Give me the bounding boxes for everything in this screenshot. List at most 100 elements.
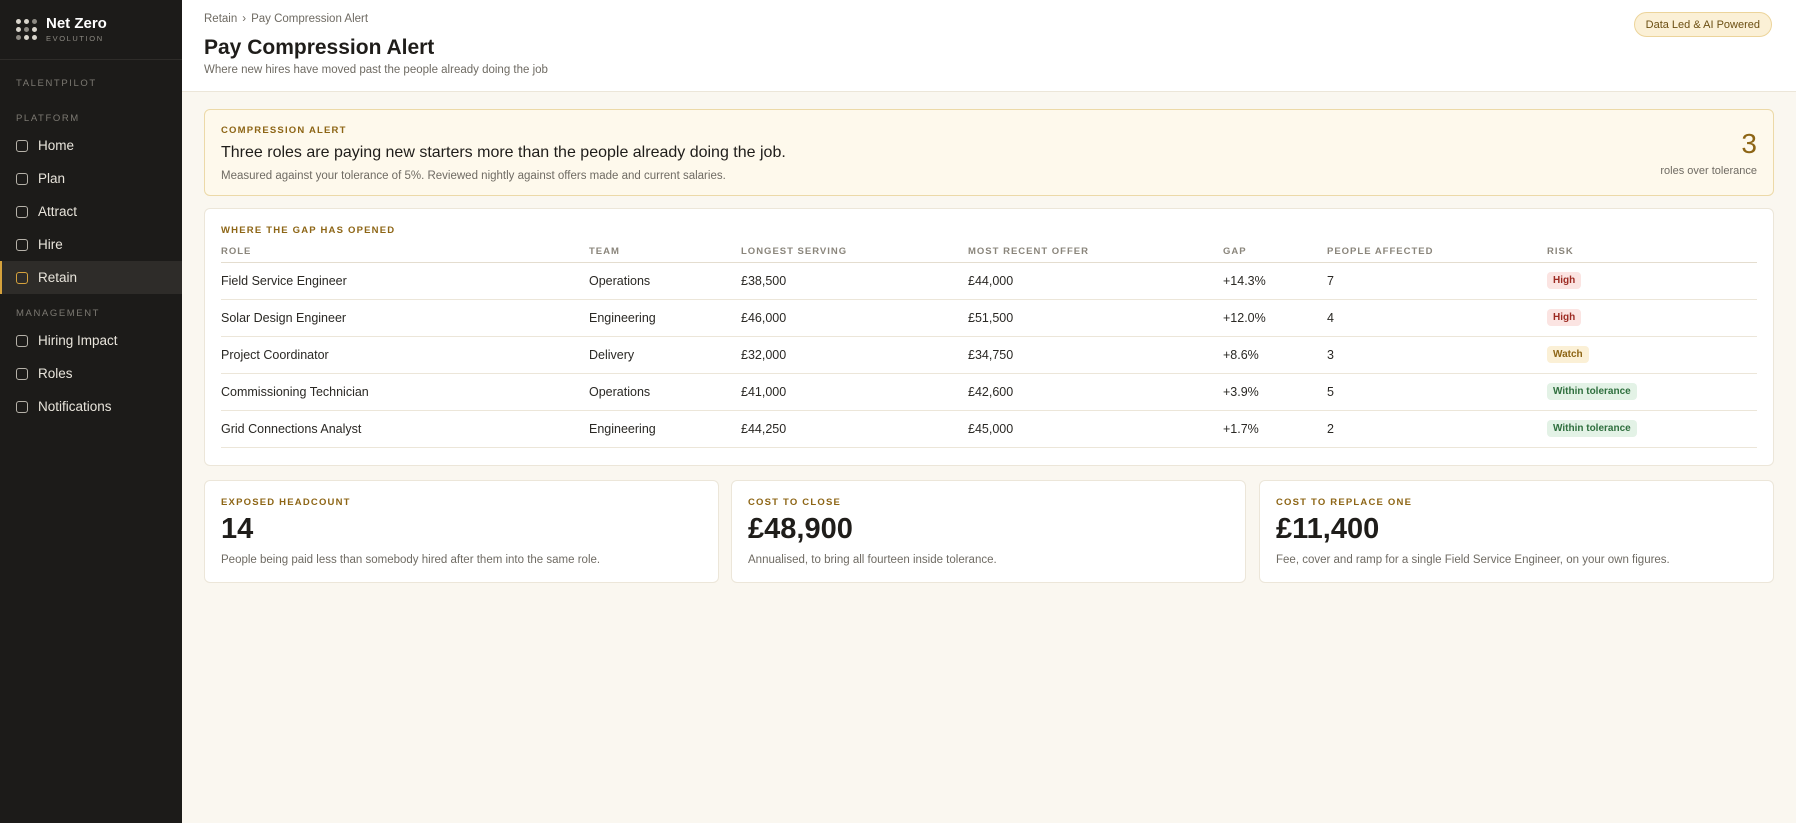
cell-longest-serving: £46,000 xyxy=(741,299,968,337)
sidebar-item-label: Hire xyxy=(38,237,63,252)
column-header-recent-offer[interactable]: MOST RECENT OFFER xyxy=(968,242,1223,263)
cell-recent-offer: £34,750 xyxy=(968,336,1223,374)
breadcrumb: Retain › Pay Compression Alert xyxy=(204,13,368,25)
sidebar: Net Zero EVOLUTION TALENTPILOT PLATFORM … xyxy=(0,0,182,823)
stat-value: 14 xyxy=(221,513,254,545)
stat-description: People being paid less than somebody hir… xyxy=(221,554,601,566)
sidebar-item-label: Retain xyxy=(38,270,78,285)
breadcrumb-current: Pay Compression Alert xyxy=(251,13,369,25)
sidebar-item-retain[interactable]: Retain xyxy=(0,261,182,294)
table-row[interactable]: Grid Connections Analyst Engineering £44… xyxy=(221,410,1757,448)
breadcrumb-link-retain[interactable]: Retain xyxy=(204,13,237,25)
checkbox-icon xyxy=(16,238,28,251)
sidebar-item-label: Plan xyxy=(38,171,66,186)
brand-subtitle: EVOLUTION xyxy=(46,34,104,43)
sidebar-item-attract[interactable]: Attract xyxy=(0,195,182,228)
cell-team: Delivery xyxy=(589,336,741,374)
sidebar-item-hiring-impact[interactable]: Hiring Impact xyxy=(0,324,182,357)
table-row[interactable]: Commissioning Technician Operations £41,… xyxy=(221,373,1757,411)
alert-count: 3 xyxy=(1741,128,1757,159)
stat-card-cost-to-replace: COST TO REPLACE ONE £11,400 Fee, cover a… xyxy=(1259,480,1774,583)
checkbox-icon xyxy=(16,367,28,380)
cell-risk: High xyxy=(1547,262,1757,300)
risk-badge: Within tolerance xyxy=(1547,420,1637,437)
column-header-risk[interactable]: RISK xyxy=(1547,242,1757,263)
breadcrumb-separator: › xyxy=(242,13,247,25)
powered-badge: Data Led & AI Powered xyxy=(1633,12,1772,37)
column-header-gap[interactable]: GAP xyxy=(1223,242,1327,263)
alert-detail: Measured against your tolerance of 5%. R… xyxy=(221,170,726,182)
sidebar-item-label: Attract xyxy=(38,204,78,219)
column-header-people-affected[interactable]: PEOPLE AFFECTED xyxy=(1327,242,1547,263)
cell-risk: Within tolerance xyxy=(1547,373,1757,411)
sidebar-item-roles[interactable]: Roles xyxy=(0,357,182,390)
column-header-role[interactable]: ROLE xyxy=(221,242,589,263)
cell-longest-serving: £38,500 xyxy=(741,262,968,300)
checkbox-icon xyxy=(16,271,28,284)
cell-recent-offer: £51,500 xyxy=(968,299,1223,337)
table-row[interactable]: Field Service Engineer Operations £38,50… xyxy=(221,262,1757,300)
sidebar-item-notifications[interactable]: Notifications xyxy=(0,390,182,423)
alert-headline: Three roles are paying new starters more… xyxy=(221,144,786,161)
checkbox-icon xyxy=(16,334,28,347)
sidebar-item-plan[interactable]: Plan xyxy=(0,162,182,195)
risk-badge: Within tolerance xyxy=(1547,383,1637,400)
stat-label: EXPOSED HEADCOUNT xyxy=(221,497,351,508)
cell-role: Project Coordinator xyxy=(221,336,589,374)
cell-gap: +1.7% xyxy=(1223,410,1327,448)
page-subtitle: Where new hires have moved past the peop… xyxy=(204,64,548,76)
cell-longest-serving: £32,000 xyxy=(741,336,968,374)
checkbox-icon xyxy=(16,400,28,413)
cell-gap: +14.3% xyxy=(1223,262,1327,300)
risk-badge: High xyxy=(1547,272,1582,289)
stat-value: £11,400 xyxy=(1276,513,1380,545)
alert-eyebrow: COMPRESSION ALERT xyxy=(221,125,347,136)
cell-gap: +8.6% xyxy=(1223,336,1327,374)
cell-people-affected: 5 xyxy=(1327,373,1547,411)
stat-description: Annualised, to bring all fourteen inside… xyxy=(748,554,997,566)
cell-role: Field Service Engineer xyxy=(221,262,589,300)
cell-role: Commissioning Technician xyxy=(221,373,589,411)
stat-value: £48,900 xyxy=(748,513,853,545)
platform-section-label: PLATFORM xyxy=(16,113,80,124)
table-row[interactable]: Project Coordinator Delivery £32,000 £34… xyxy=(221,336,1757,374)
cell-longest-serving: £41,000 xyxy=(741,373,968,411)
checkbox-icon xyxy=(16,139,28,152)
cell-people-affected: 2 xyxy=(1327,410,1547,448)
cell-longest-serving: £44,250 xyxy=(741,410,968,448)
management-section-label: MANAGEMENT xyxy=(16,308,101,319)
app-section-label: TALENTPILOT xyxy=(16,78,97,89)
cell-team: Operations xyxy=(589,262,741,300)
table-eyebrow: WHERE THE GAP HAS OPENED xyxy=(221,225,396,236)
brand-name: Net Zero xyxy=(46,15,107,32)
cell-recent-offer: £44,000 xyxy=(968,262,1223,300)
sidebar-item-label: Notifications xyxy=(38,399,112,414)
stat-card-cost-to-close: COST TO CLOSE £48,900 Annualised, to bri… xyxy=(731,480,1246,583)
alert-count-label: roles over tolerance xyxy=(1660,165,1757,177)
cell-team: Engineering xyxy=(589,299,741,337)
cell-role: Grid Connections Analyst xyxy=(221,410,589,448)
table-row[interactable]: Solar Design Engineer Engineering £46,00… xyxy=(221,299,1757,337)
cell-people-affected: 4 xyxy=(1327,299,1547,337)
stat-label: COST TO REPLACE ONE xyxy=(1276,497,1413,508)
column-header-team[interactable]: TEAM xyxy=(589,242,741,263)
brand-logo-icon xyxy=(16,18,38,41)
stat-label: COST TO CLOSE xyxy=(748,497,842,508)
brand[interactable]: Net Zero EVOLUTION xyxy=(0,0,182,60)
cell-team: Engineering xyxy=(589,410,741,448)
sidebar-item-home[interactable]: Home xyxy=(0,129,182,162)
stat-card-exposed-headcount: EXPOSED HEADCOUNT 14 People being paid l… xyxy=(204,480,719,583)
table-header-row: ROLE TEAM LONGEST SERVING MOST RECENT OF… xyxy=(221,242,1757,263)
page-title: Pay Compression Alert xyxy=(204,36,435,59)
gap-table: ROLE TEAM LONGEST SERVING MOST RECENT OF… xyxy=(221,242,1757,448)
cell-people-affected: 3 xyxy=(1327,336,1547,374)
column-header-longest-serving[interactable]: LONGEST SERVING xyxy=(741,242,968,263)
compression-alert-banner: COMPRESSION ALERT Three roles are paying… xyxy=(204,109,1774,196)
cell-gap: +3.9% xyxy=(1223,373,1327,411)
sidebar-item-hire[interactable]: Hire xyxy=(0,228,182,261)
cell-team: Operations xyxy=(589,373,741,411)
sidebar-item-label: Home xyxy=(38,138,75,153)
checkbox-icon xyxy=(16,205,28,218)
cell-risk: Within tolerance xyxy=(1547,410,1757,448)
checkbox-icon xyxy=(16,172,28,185)
